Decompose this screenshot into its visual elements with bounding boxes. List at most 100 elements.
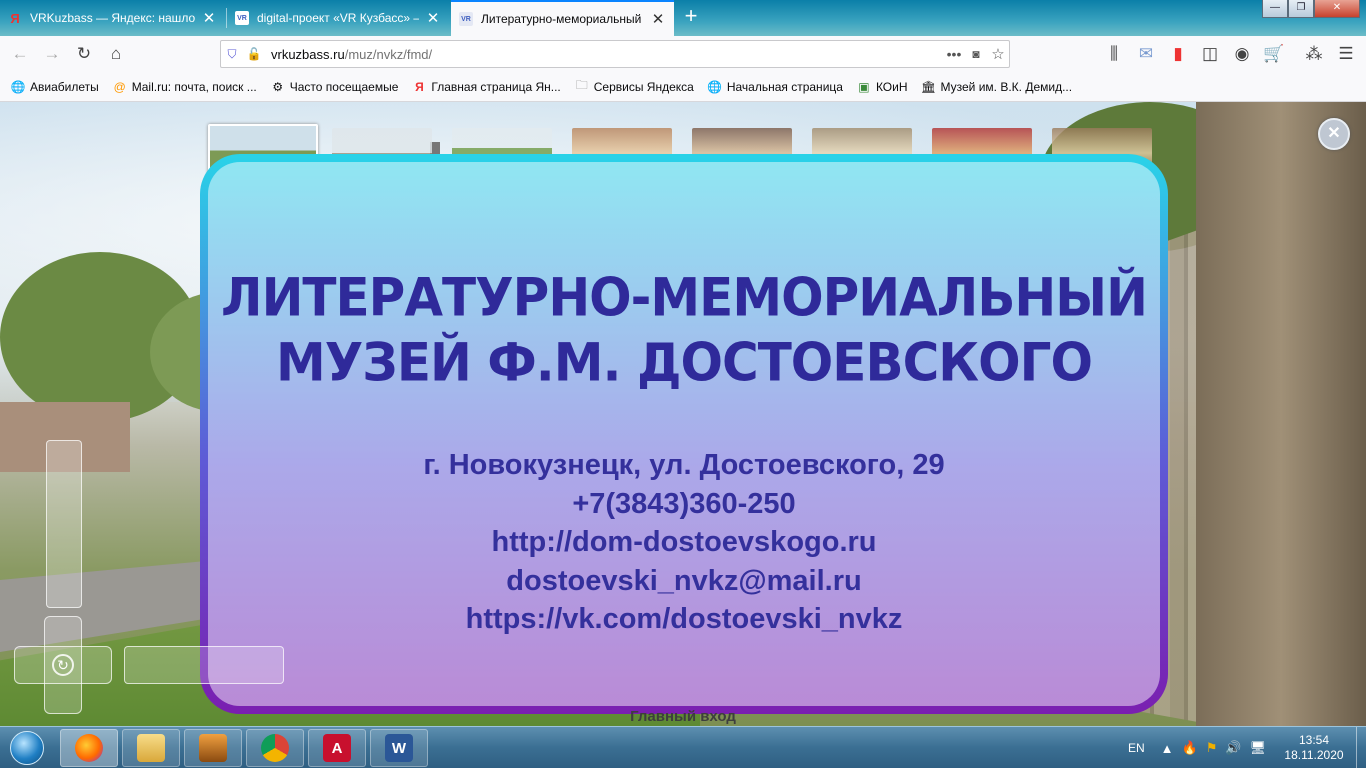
- firefox-icon: [75, 734, 103, 762]
- show-desktop-button[interactable]: [1356, 727, 1366, 769]
- bookmark-koin[interactable]: ▣ КОиН: [856, 79, 908, 95]
- gear-icon: ⚙: [272, 79, 284, 94]
- taskbar-winamp[interactable]: [184, 729, 242, 767]
- browser-tab-strip: Я VRKuzbass — Яндекс: нашлось ✕ VR digit…: [0, 0, 1366, 36]
- cart-button[interactable]: 🛒: [1260, 40, 1288, 68]
- panorama-viewer[interactable]: ✕ ЛИТЕРАТУРНО-МЕМОРИАЛЬНЫЙ МУЗЕЙ Ф.М. ДО…: [0, 102, 1366, 726]
- bookmark-most-visited[interactable]: ⚙ Часто посещаемые: [270, 79, 399, 95]
- pocket-icon[interactable]: ◙: [965, 41, 987, 67]
- tab-literary-museum[interactable]: VR Литературно-мемориальный ✕: [451, 0, 674, 36]
- forward-button[interactable]: →: [38, 40, 66, 68]
- bookmark-start-page[interactable]: 🌐 Начальная страница: [707, 79, 843, 95]
- globe-icon: 🌐: [707, 79, 723, 94]
- account-button[interactable]: ◉: [1228, 40, 1256, 68]
- mailru-icon: @: [113, 79, 126, 94]
- close-info-button[interactable]: ✕: [1318, 118, 1350, 150]
- bookmark-mailru[interactable]: @ Mail.ru: почта, поиск ...: [112, 79, 257, 95]
- panorama-gatepost: [1196, 102, 1366, 726]
- taskbar-explorer[interactable]: [122, 729, 180, 767]
- clock-time: 13:54: [1298, 733, 1330, 747]
- tab-close-icon[interactable]: ✕: [201, 9, 217, 27]
- museum-address: г. Новокузнецк, ул. Достоевского, 29: [423, 449, 945, 481]
- globe-icon: 🌐: [10, 79, 26, 94]
- museum-icon: 🏛: [920, 79, 937, 94]
- taskbar-word[interactable]: W: [370, 729, 428, 767]
- url-text[interactable]: vrkuzbass.ru/muz/nvkz/fmd/: [265, 47, 943, 62]
- action-center-icon[interactable]: ⚑: [1206, 740, 1218, 756]
- museum-vk-link[interactable]: https://vk.com/dostoevski_nvkz: [208, 600, 1160, 639]
- autorotate-icon[interactable]: ↻: [52, 654, 74, 676]
- museum-phone: +7(3843)360-250: [572, 487, 796, 520]
- museum-email-link[interactable]: dostoevski_nvkz@mail.ru: [208, 562, 1160, 601]
- museum-info-panel: ЛИТЕРАТУРНО-МЕМОРИАЛЬНЫЙ МУЗЕЙ Ф.М. ДОСТ…: [200, 154, 1168, 714]
- yandex-icon: Я: [415, 79, 424, 94]
- bookmark-star-icon[interactable]: ☆: [987, 41, 1009, 67]
- mail-icon: ✉: [1138, 44, 1154, 63]
- volume-icon[interactable]: 🔊: [1225, 740, 1241, 756]
- bookmark-label: Начальная страница: [726, 79, 843, 94]
- library-icon: ⫼: [1110, 44, 1118, 63]
- reader-button[interactable]: ◫: [1196, 40, 1224, 68]
- hamburger-icon: ☰: [1338, 44, 1354, 63]
- tab-close-icon[interactable]: ✕: [650, 10, 666, 28]
- taskbar-firefox[interactable]: [60, 729, 118, 767]
- reload-button[interactable]: ↻: [70, 40, 98, 68]
- taskbar-acrobat[interactable]: A: [308, 729, 366, 767]
- tray-app-icon[interactable]: 🔥: [1182, 740, 1198, 756]
- minimize-button[interactable]: —: [1262, 0, 1288, 18]
- taskbar-chrome[interactable]: [246, 729, 304, 767]
- extensions-button[interactable]: ⁂: [1300, 40, 1328, 68]
- home-button[interactable]: ⌂: [102, 40, 130, 68]
- museum-website-link[interactable]: http://dom-dostoevskogo.ru: [208, 523, 1160, 562]
- start-button[interactable]: [2, 728, 52, 768]
- navigation-pad[interactable]: ↻: [14, 616, 112, 714]
- language-indicator[interactable]: EN: [1128, 741, 1145, 755]
- yandex-bookmark-button[interactable]: ▮: [1164, 40, 1192, 68]
- maximize-button[interactable]: ❐: [1288, 0, 1314, 18]
- menu-button[interactable]: ☰: [1332, 40, 1360, 68]
- chrome-icon: [261, 734, 289, 762]
- shield-icon[interactable]: ⛉: [221, 41, 243, 67]
- close-window-button[interactable]: ✕: [1314, 0, 1360, 18]
- extensions-icon: ⁂: [1305, 44, 1323, 63]
- tab-title: digital-проект «VR Кузбасс» —: [257, 11, 419, 25]
- yandex-icon: Я: [10, 10, 20, 26]
- bookmark-yandex-services[interactable]: 🗀 Сервисы Яндекса: [574, 78, 694, 95]
- vr-icon: VR: [235, 11, 249, 25]
- bookmark-label: Музей им. В.К. Демид...: [940, 79, 1073, 94]
- show-hidden-icons-icon[interactable]: ▲: [1161, 741, 1174, 756]
- bookmark-label: Часто посещаемые: [289, 79, 399, 94]
- account-icon: ◉: [1234, 44, 1250, 63]
- lock-insecure-icon[interactable]: 🔓: [243, 41, 265, 67]
- library-button[interactable]: ⫼: [1100, 40, 1128, 68]
- folder-icon: 🗀: [575, 78, 588, 92]
- bookmark-label: Авиабилеты: [30, 79, 99, 94]
- bookmark-label: Сервисы Яндекса: [593, 79, 694, 94]
- network-icon[interactable]: 🖥: [1250, 740, 1267, 756]
- clock[interactable]: 13:54 18.11.2020: [1276, 733, 1352, 763]
- bookmark-yandex-home[interactable]: Я Главная страница Ян...: [411, 79, 561, 95]
- mail-button[interactable]: ✉: [1132, 40, 1160, 68]
- reload-icon: ↻: [76, 44, 92, 63]
- windows-taskbar: A W EN ▲ 🔥 ⚑ 🔊 🖥 13:54 18.11.2020: [0, 726, 1366, 769]
- tab-vrkuzbass-yandex[interactable]: Я VRKuzbass — Яндекс: нашлось ✕: [0, 0, 225, 36]
- tab-digital-project[interactable]: VR digital-проект «VR Кузбасс» — ✕: [227, 0, 449, 36]
- arrow-left-icon: ←: [11, 44, 29, 63]
- url-domain: vrkuzbass.ru: [271, 46, 345, 62]
- museum-contacts: г. Новокузнецк, ул. Достоевского, 29 +7(…: [208, 446, 1160, 639]
- bookmark-demidov-museum[interactable]: 🏛 Музей им. В.К. Демид...: [920, 79, 1073, 95]
- home-icon: ⌂: [110, 44, 122, 63]
- page-actions-icon[interactable]: •••: [943, 41, 965, 67]
- windows-logo-icon: [10, 731, 44, 765]
- scene-label: Главный вход: [630, 708, 736, 725]
- tab-title: Литературно-мемориальный: [481, 12, 642, 26]
- new-tab-button[interactable]: +: [678, 4, 704, 30]
- horizontal-slider[interactable]: [124, 646, 284, 684]
- back-button[interactable]: ←: [6, 40, 34, 68]
- url-bar[interactable]: ⛉ 🔓 vrkuzbass.ru/muz/nvkz/fmd/ ••• ◙ ☆: [220, 40, 1010, 68]
- bookmark-label: КОиН: [875, 79, 908, 94]
- arrow-right-icon: →: [43, 44, 61, 63]
- bookmark-aviabilety[interactable]: 🌐 Авиабилеты: [10, 79, 99, 95]
- tab-close-icon[interactable]: ✕: [425, 9, 441, 27]
- zoom-slider[interactable]: [46, 440, 82, 608]
